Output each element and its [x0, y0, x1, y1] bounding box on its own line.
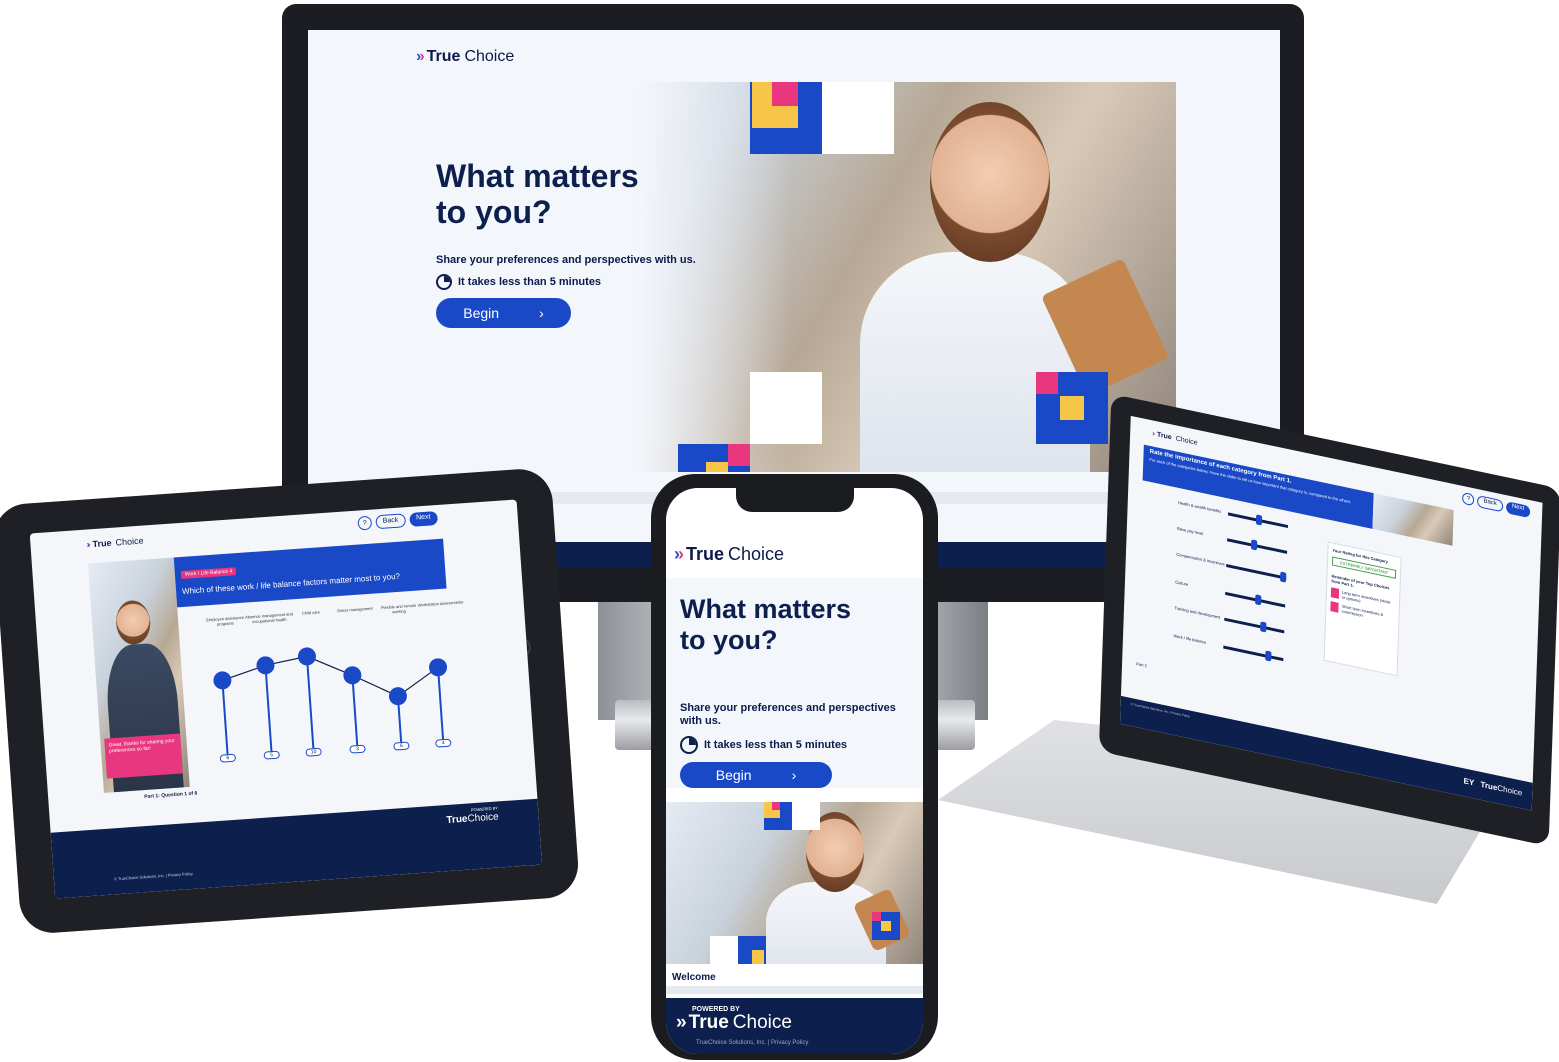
- woman-head: [930, 102, 1050, 262]
- category-slider[interactable]: [1280, 571, 1287, 583]
- smartphone: ›› True Choice What matters to you? Share…: [651, 474, 938, 1060]
- back-button[interactable]: Back: [375, 513, 406, 530]
- category-slider[interactable]: [1250, 539, 1258, 551]
- page-label: Welcome: [672, 972, 716, 983]
- next-button[interactable]: Next: [408, 510, 439, 527]
- phone-notch: [736, 488, 854, 512]
- truechoice-logo[interactable]: ›› True Choice: [86, 536, 144, 550]
- clock-icon: [680, 736, 698, 754]
- time-estimate: It takes less than 5 minutes: [680, 736, 847, 754]
- banner-photo: [1372, 493, 1454, 546]
- category-slider[interactable]: [1255, 514, 1263, 526]
- factor-value[interactable]: 3: [349, 744, 366, 754]
- begin-button[interactable]: Begin ›: [680, 762, 832, 788]
- laptop-screen: ›› True Choice ? Back Next Rate the impor…: [1119, 415, 1543, 811]
- factor-value[interactable]: 6: [219, 753, 237, 763]
- rating-panel: Your Rating for this Category EXTREMELY …: [1323, 541, 1402, 677]
- begin-button[interactable]: Begin ›: [436, 298, 571, 328]
- question-heading: Rate the importance of each category fro…: [1149, 448, 1292, 485]
- man-photo: Great, thanks for sharing your preferenc…: [87, 557, 190, 793]
- truechoice-logo[interactable]: ›› True Choice: [674, 544, 784, 565]
- truechoice-logo-icon: ››: [86, 539, 89, 550]
- chevron-right-icon: ›: [791, 767, 797, 783]
- clock-icon: [436, 274, 452, 290]
- help-button[interactable]: ?: [1462, 491, 1475, 507]
- factor-node: [256, 656, 275, 675]
- factor-node: [213, 671, 232, 690]
- hero-subtitle: Share your preferences and perspectives …: [680, 702, 896, 727]
- truechoice-logo[interactable]: ›› True Choice: [1152, 430, 1197, 447]
- category-slider[interactable]: [1265, 650, 1272, 662]
- ey-logo: EY: [1463, 776, 1475, 788]
- category-sliders: Health & wealth benefits Base pay level …: [1173, 500, 1318, 688]
- help-button[interactable]: ?: [357, 515, 373, 531]
- hero-subtitle: Share your preferences and perspectives …: [436, 254, 696, 266]
- hero-title: What matters to you?: [436, 158, 639, 231]
- part-label: Part 2: [1136, 661, 1147, 669]
- truechoice-logo-icon: ››: [676, 1012, 687, 1033]
- factor-node: [388, 687, 407, 706]
- truechoice-logo-icon: ››: [416, 48, 425, 65]
- phone-footer: POWERED BY ›› True Choice TrueChoice Solu…: [666, 998, 923, 1054]
- factor-value[interactable]: 10: [305, 747, 322, 757]
- category-tag: Work / Life Balance 4: [180, 567, 237, 580]
- category-slider[interactable]: [1255, 594, 1262, 606]
- factor-value[interactable]: 4: [435, 738, 452, 748]
- toast-message: Great, thanks for sharing your preferenc…: [104, 733, 183, 779]
- truechoice-footer-logo: TrueChoice: [446, 811, 499, 827]
- laptop-nav: ? Back Next: [1462, 491, 1531, 519]
- time-estimate: It takes less than 5 minutes: [436, 274, 601, 290]
- tablet-footer: POWERED BY TrueChoice © TrueChoice Solut…: [50, 798, 543, 899]
- back-button[interactable]: Back: [1477, 495, 1503, 513]
- phone-screen: ›› True Choice What matters to you? Share…: [666, 488, 923, 1054]
- factor-value[interactable]: 5: [263, 750, 281, 760]
- tablet-screen: ›› True Choice ? Back Next Great, thanks …: [29, 499, 543, 899]
- tablet-nav: ? Back Next: [357, 510, 439, 531]
- truechoice-footer-logo: ›› True Choice: [676, 1012, 792, 1033]
- truechoice-logo-icon: ››: [1152, 430, 1154, 438]
- truechoice-footer-logo: TrueChoice: [1480, 779, 1523, 798]
- factor-node: [297, 647, 316, 666]
- truechoice-logo-icon: ››: [674, 544, 684, 564]
- chevron-right-icon: ›: [539, 305, 544, 321]
- factor-value[interactable]: 6: [393, 741, 410, 751]
- next-button[interactable]: Next: [1505, 501, 1531, 519]
- category-slider[interactable]: [1260, 621, 1267, 633]
- truechoice-logo[interactable]: ›› True Choice: [416, 48, 514, 66]
- progress-label: Part 1: Question 1 of 6: [144, 790, 198, 801]
- star-icon: [1330, 601, 1339, 613]
- category-label: Health & wealth benefits: [1177, 499, 1222, 514]
- star-icon: [1330, 587, 1339, 599]
- hero-title: What matters to you?: [680, 594, 852, 655]
- factor-node: [429, 658, 448, 677]
- progress-bar: [666, 986, 923, 994]
- tablet: ›› True Choice ? Back Next Great, thanks …: [0, 466, 581, 936]
- hero-image: [666, 802, 923, 964]
- factor-node: [343, 666, 362, 685]
